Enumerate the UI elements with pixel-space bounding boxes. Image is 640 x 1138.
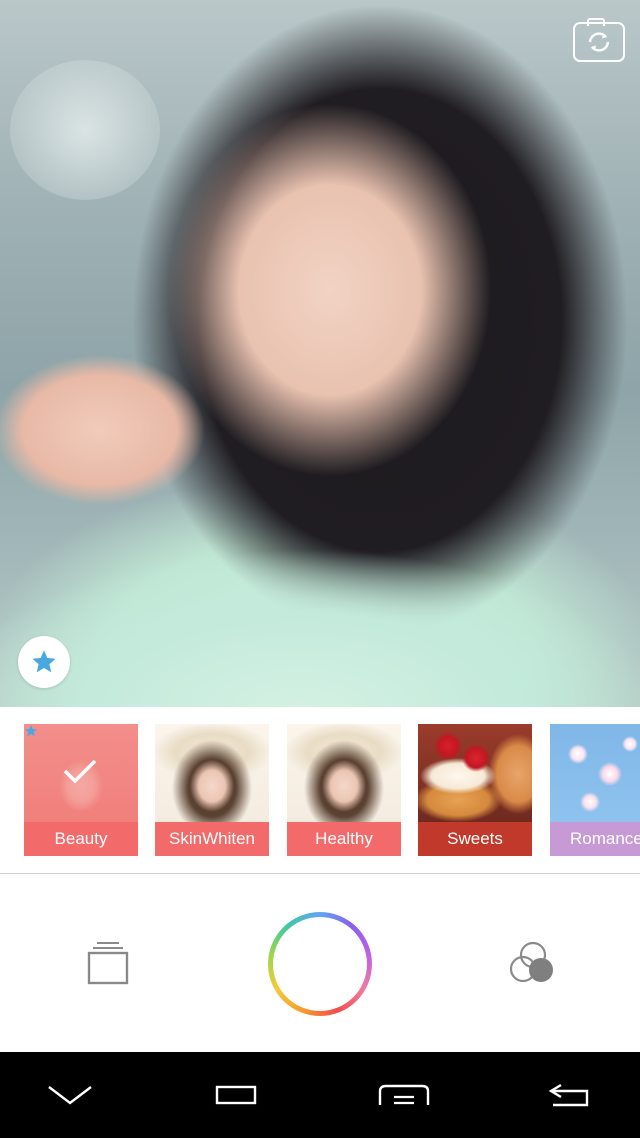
- favorite-badge-icon: [25, 725, 37, 737]
- background-bokeh: [10, 60, 160, 200]
- camera-controls: [0, 875, 640, 1052]
- filter-sweets[interactable]: Sweets: [418, 724, 532, 856]
- menu-icon: [378, 1084, 430, 1105]
- filter-thumbnail: [550, 724, 640, 822]
- chevron-down-icon: [48, 1086, 92, 1105]
- gallery-button[interactable]: [86, 939, 130, 987]
- gallery-stack-icon: [87, 942, 129, 985]
- filter-healthy[interactable]: Healthy: [287, 724, 401, 856]
- effects-button[interactable]: [508, 939, 558, 987]
- favorite-filters-button[interactable]: [18, 636, 70, 688]
- preview-hand: [0, 310, 260, 540]
- camera-switch-icon: [588, 32, 610, 52]
- filter-thumbnail: [418, 724, 532, 822]
- filter-strip: Beauty SkinWhiten Healthy Sweets Romance: [0, 707, 640, 874]
- camera-preview: [0, 0, 640, 707]
- back-icon: [548, 1083, 589, 1107]
- filter-label: Romance: [550, 822, 640, 856]
- overlapping-circles-icon: [509, 941, 553, 983]
- filter-label: Sweets: [418, 822, 532, 856]
- filter-label: SkinWhiten: [155, 822, 269, 856]
- shutter-button[interactable]: [268, 912, 372, 1016]
- filter-thumbnail: [155, 724, 269, 822]
- star-icon: [32, 650, 56, 673]
- filter-beauty[interactable]: Beauty: [24, 724, 138, 856]
- preview-shoulder: [0, 520, 640, 707]
- recent-apps-button[interactable]: [206, 1052, 266, 1138]
- back-button[interactable]: [540, 1052, 600, 1138]
- filter-thumbnail: [287, 724, 401, 822]
- checkmark-icon: [63, 759, 97, 784]
- system-navigation-bar: [0, 1052, 640, 1138]
- recent-apps-icon: [215, 1085, 257, 1105]
- camera-switch-button[interactable]: [573, 18, 625, 62]
- filter-romance[interactable]: Romance: [550, 724, 640, 856]
- filter-label: Healthy: [287, 822, 401, 856]
- menu-button[interactable]: [372, 1052, 436, 1138]
- filter-skinwhiten[interactable]: SkinWhiten: [155, 724, 269, 856]
- hide-keyboard-button[interactable]: [40, 1052, 100, 1138]
- filter-label: Beauty: [24, 822, 138, 856]
